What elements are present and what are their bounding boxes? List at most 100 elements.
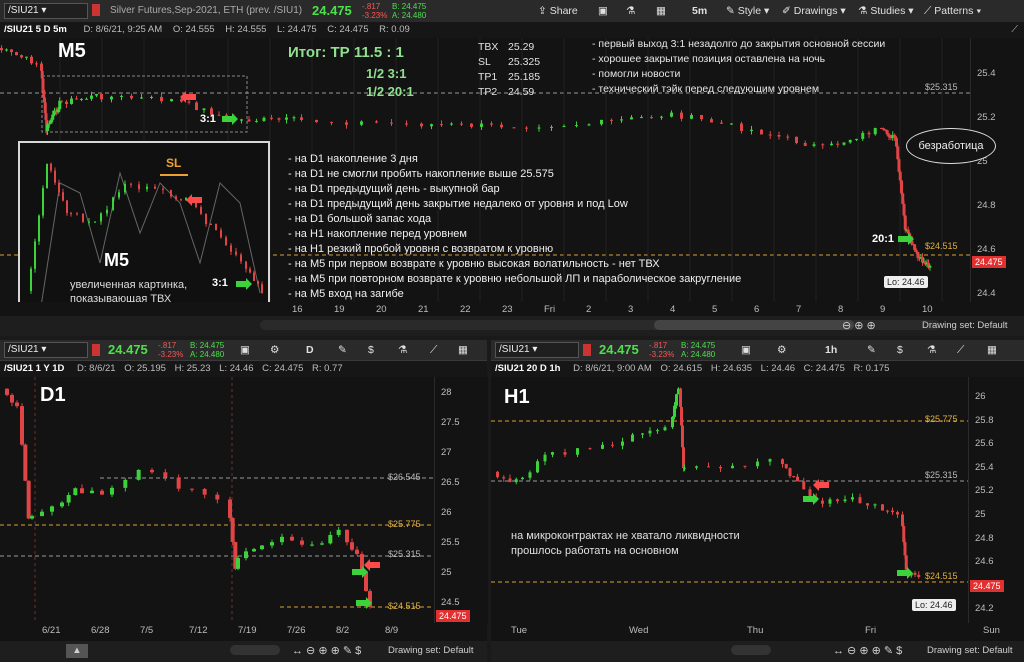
drawing-set-label[interactable]: Drawing set: Default [922,320,1008,331]
candle-body [821,144,825,146]
candle-body [20,406,24,445]
patterns-icon: ⟋ [924,5,932,17]
main-scroll-thumb[interactable] [654,320,854,330]
candle-body [355,549,359,555]
y-tick-label: 27 [441,447,452,458]
candle-body [500,124,503,128]
d1-grid-icon[interactable]: ▦ [458,339,468,361]
h1-drawing-set[interactable]: Drawing set: Default [927,645,1013,656]
h1-grid-icon[interactable]: ▦ [987,339,997,361]
d1-level-25315: $25.315 [388,549,421,559]
studies-button[interactable]: ⚗ Studies ▾ [858,0,914,22]
h1-style-icon[interactable]: ✎ [867,339,876,361]
candle-body [180,199,182,201]
link-flag-icon[interactable] [92,4,100,16]
h1-flask-icon[interactable]: ⚗ [927,339,936,361]
candle-body [480,123,483,127]
d1-time-axis: 6/21 6/28 7/5 7/12 7/19 7/26 8/2 8/9 [0,623,487,641]
h1-screenshot-icon[interactable]: ▣ [741,339,751,361]
candle-body [588,448,592,450]
d1-patterns-icon[interactable]: ⟋ [430,339,437,361]
d1-gear-icon[interactable]: ⚙ [270,339,279,361]
candle-body [855,138,858,140]
studies-label: Studies [870,5,906,17]
rr-label-1: 3:1 [200,113,216,125]
screenshot-icon[interactable]: ▣ [598,0,608,22]
h1-chart-area[interactable] [491,377,968,623]
h1-gear-icon[interactable]: ⚙ [777,339,786,361]
candle-body [788,468,792,477]
d1-link-flag-icon[interactable] [92,344,100,356]
share-button[interactable]: ⇪ Share [538,0,578,22]
h1-link-flag-icon[interactable] [583,344,591,356]
symbol-selector[interactable]: /SIU21 ▾ [4,3,88,19]
candle-body [40,63,43,71]
collapse-panel-button[interactable]: ▲ [66,644,88,658]
candle-body [808,489,812,498]
candle-body [70,213,72,215]
candle-body [34,241,36,269]
candle-body [40,511,44,517]
h1-symbol-selector[interactable]: /SIU21 ▾ [495,342,579,358]
candle-body [740,123,743,131]
top-note: - хорошее закрытие позиция оставлена на … [592,53,826,65]
h1-dollar-icon[interactable]: $ [897,339,903,361]
grid-icon[interactable]: ▦ [656,0,666,22]
candle-body [640,117,643,119]
candle-body [743,465,747,467]
d1-low: L: 24.46 [219,363,254,374]
collapse-icon[interactable]: ⟋ [1011,22,1018,38]
d1-zoom-icons[interactable]: ↔ ⊖ ⊕ ⊕ ✎ $ [292,644,361,657]
h1-candles [491,387,968,583]
candle-body [720,122,723,124]
candle-body [551,452,554,455]
d1-drawing-set[interactable]: Drawing set: Default [388,645,474,656]
x-tick-label: 19 [334,304,345,315]
candle-body [70,98,73,104]
candle-body [768,134,772,136]
inset-caption-1: увеличенная картинка, [70,279,188,291]
candle-body [261,284,263,293]
d1-style-icon[interactable]: ✎ [338,339,347,361]
d1-screenshot-icon[interactable]: ▣ [240,339,250,361]
candle-body [120,95,123,97]
d1-scrollbar[interactable] [230,645,280,655]
h1-zoom-icons[interactable]: ↔ ⊖ ⊕ ⊕ ✎ $ [833,644,902,657]
y-tick-label: 26 [441,507,452,518]
h1-timeframe-button[interactable]: 1h [825,339,837,361]
inset-entry-arrow [186,194,202,206]
candle-body [496,471,499,478]
zoom-controls-icon[interactable]: ⊖ ⊕ ⊕ [842,319,876,332]
h1-high: H: 24.635 [710,363,753,374]
x-tick-label: Tue [511,625,528,636]
candle-body [631,434,634,442]
h1-scrollbar[interactable] [731,645,771,655]
candle-body [110,487,114,495]
d1-timeframe-button[interactable]: D [306,339,314,361]
d1-dollar-icon[interactable]: $ [368,339,374,361]
candle-body [220,230,222,238]
x-tick-label: 22 [460,304,471,315]
style-button[interactable]: ✎ Style ▾ [726,0,769,22]
candle-body [10,49,13,53]
candle-body [154,186,156,189]
d1-symbol-selector[interactable]: /SIU21 ▾ [4,342,88,358]
candle-body [873,504,877,506]
candle-body [94,221,96,223]
d1-ask: A: 24.480 [190,350,225,359]
d1-chart-area[interactable] [0,377,434,623]
x-tick-label: 7/19 [238,625,257,636]
candle-body [917,574,921,577]
flask-icon[interactable]: ⚗ [626,0,635,22]
level-row: TBX 25.29 [478,40,540,55]
bid-price: B: 24.475 [392,2,427,11]
candle-body [130,95,133,99]
candle-body [215,494,220,500]
timeframe-button[interactable]: 5m [692,0,707,22]
d1-flask-icon[interactable]: ⚗ [398,339,407,361]
h1-patterns-icon[interactable]: ⟋ [957,339,964,361]
drawings-button[interactable]: ✐ Drawings ▾ [782,0,846,22]
d1-symbol-text: /SIU21 [8,344,39,355]
patterns-button[interactable]: ⟋ Patterns ▾ [924,0,981,22]
d1-change: -.817 [158,341,177,350]
